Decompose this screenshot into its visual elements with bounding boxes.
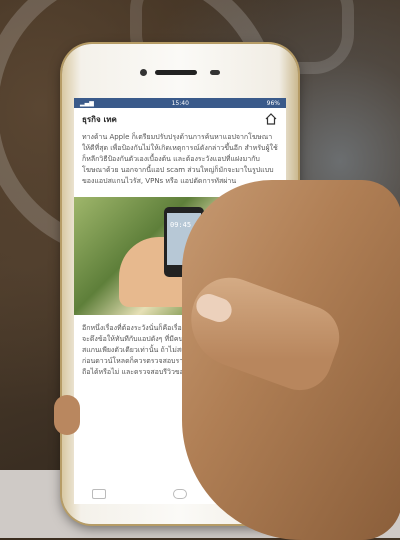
app-bar: ธุรกิจ เทค [74,108,286,130]
home-button[interactable] [173,489,187,499]
status-bar: ▂▄▆ 15:40 96% [74,98,286,108]
front-camera [140,69,147,76]
battery-level: 96% [266,99,280,107]
app-title: ธุรกิจ เทค [82,114,117,124]
earpiece-speaker [155,70,197,75]
back-button[interactable] [92,489,106,499]
proximity-sensor [210,70,220,75]
left-finger [54,395,80,435]
home-icon[interactable] [264,112,278,126]
status-time: 15:40 [171,99,189,107]
signal-icon: ▂▄▆ [80,99,94,107]
photo-phone-clock: 09:45 [170,221,192,229]
article-paragraph-1: ทางด้าน Apple ก็เตรียมปรับปรุงด้านการค้น… [82,133,278,185]
